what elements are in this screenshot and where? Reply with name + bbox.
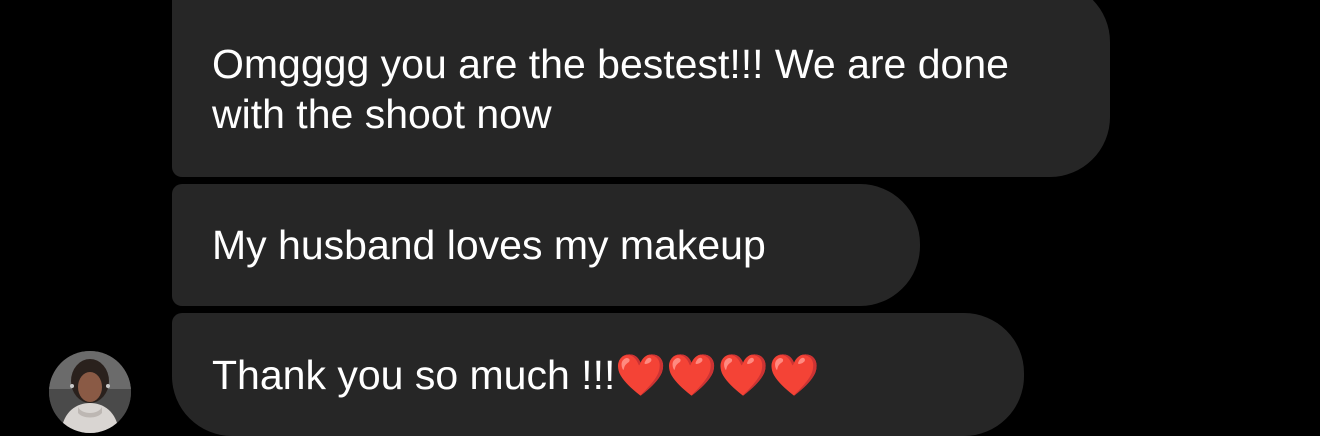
message-bubble[interactable]: Omgggg you are the bestest!!! We are don… <box>172 0 1110 177</box>
sender-avatar[interactable] <box>49 351 131 433</box>
message-text: Thank you so much !!!❤️❤️❤️❤️ <box>212 351 820 398</box>
profile-photo-avatar-icon <box>49 351 131 433</box>
message-bubble[interactable]: Thank you so much !!!❤️❤️❤️❤️ <box>172 313 1024 436</box>
message-text: Omgggg you are the bestest!!! We are don… <box>212 40 1009 137</box>
message-bubble[interactable]: My husband loves my makeup <box>172 184 920 306</box>
message-text: My husband loves my makeup <box>212 222 766 268</box>
